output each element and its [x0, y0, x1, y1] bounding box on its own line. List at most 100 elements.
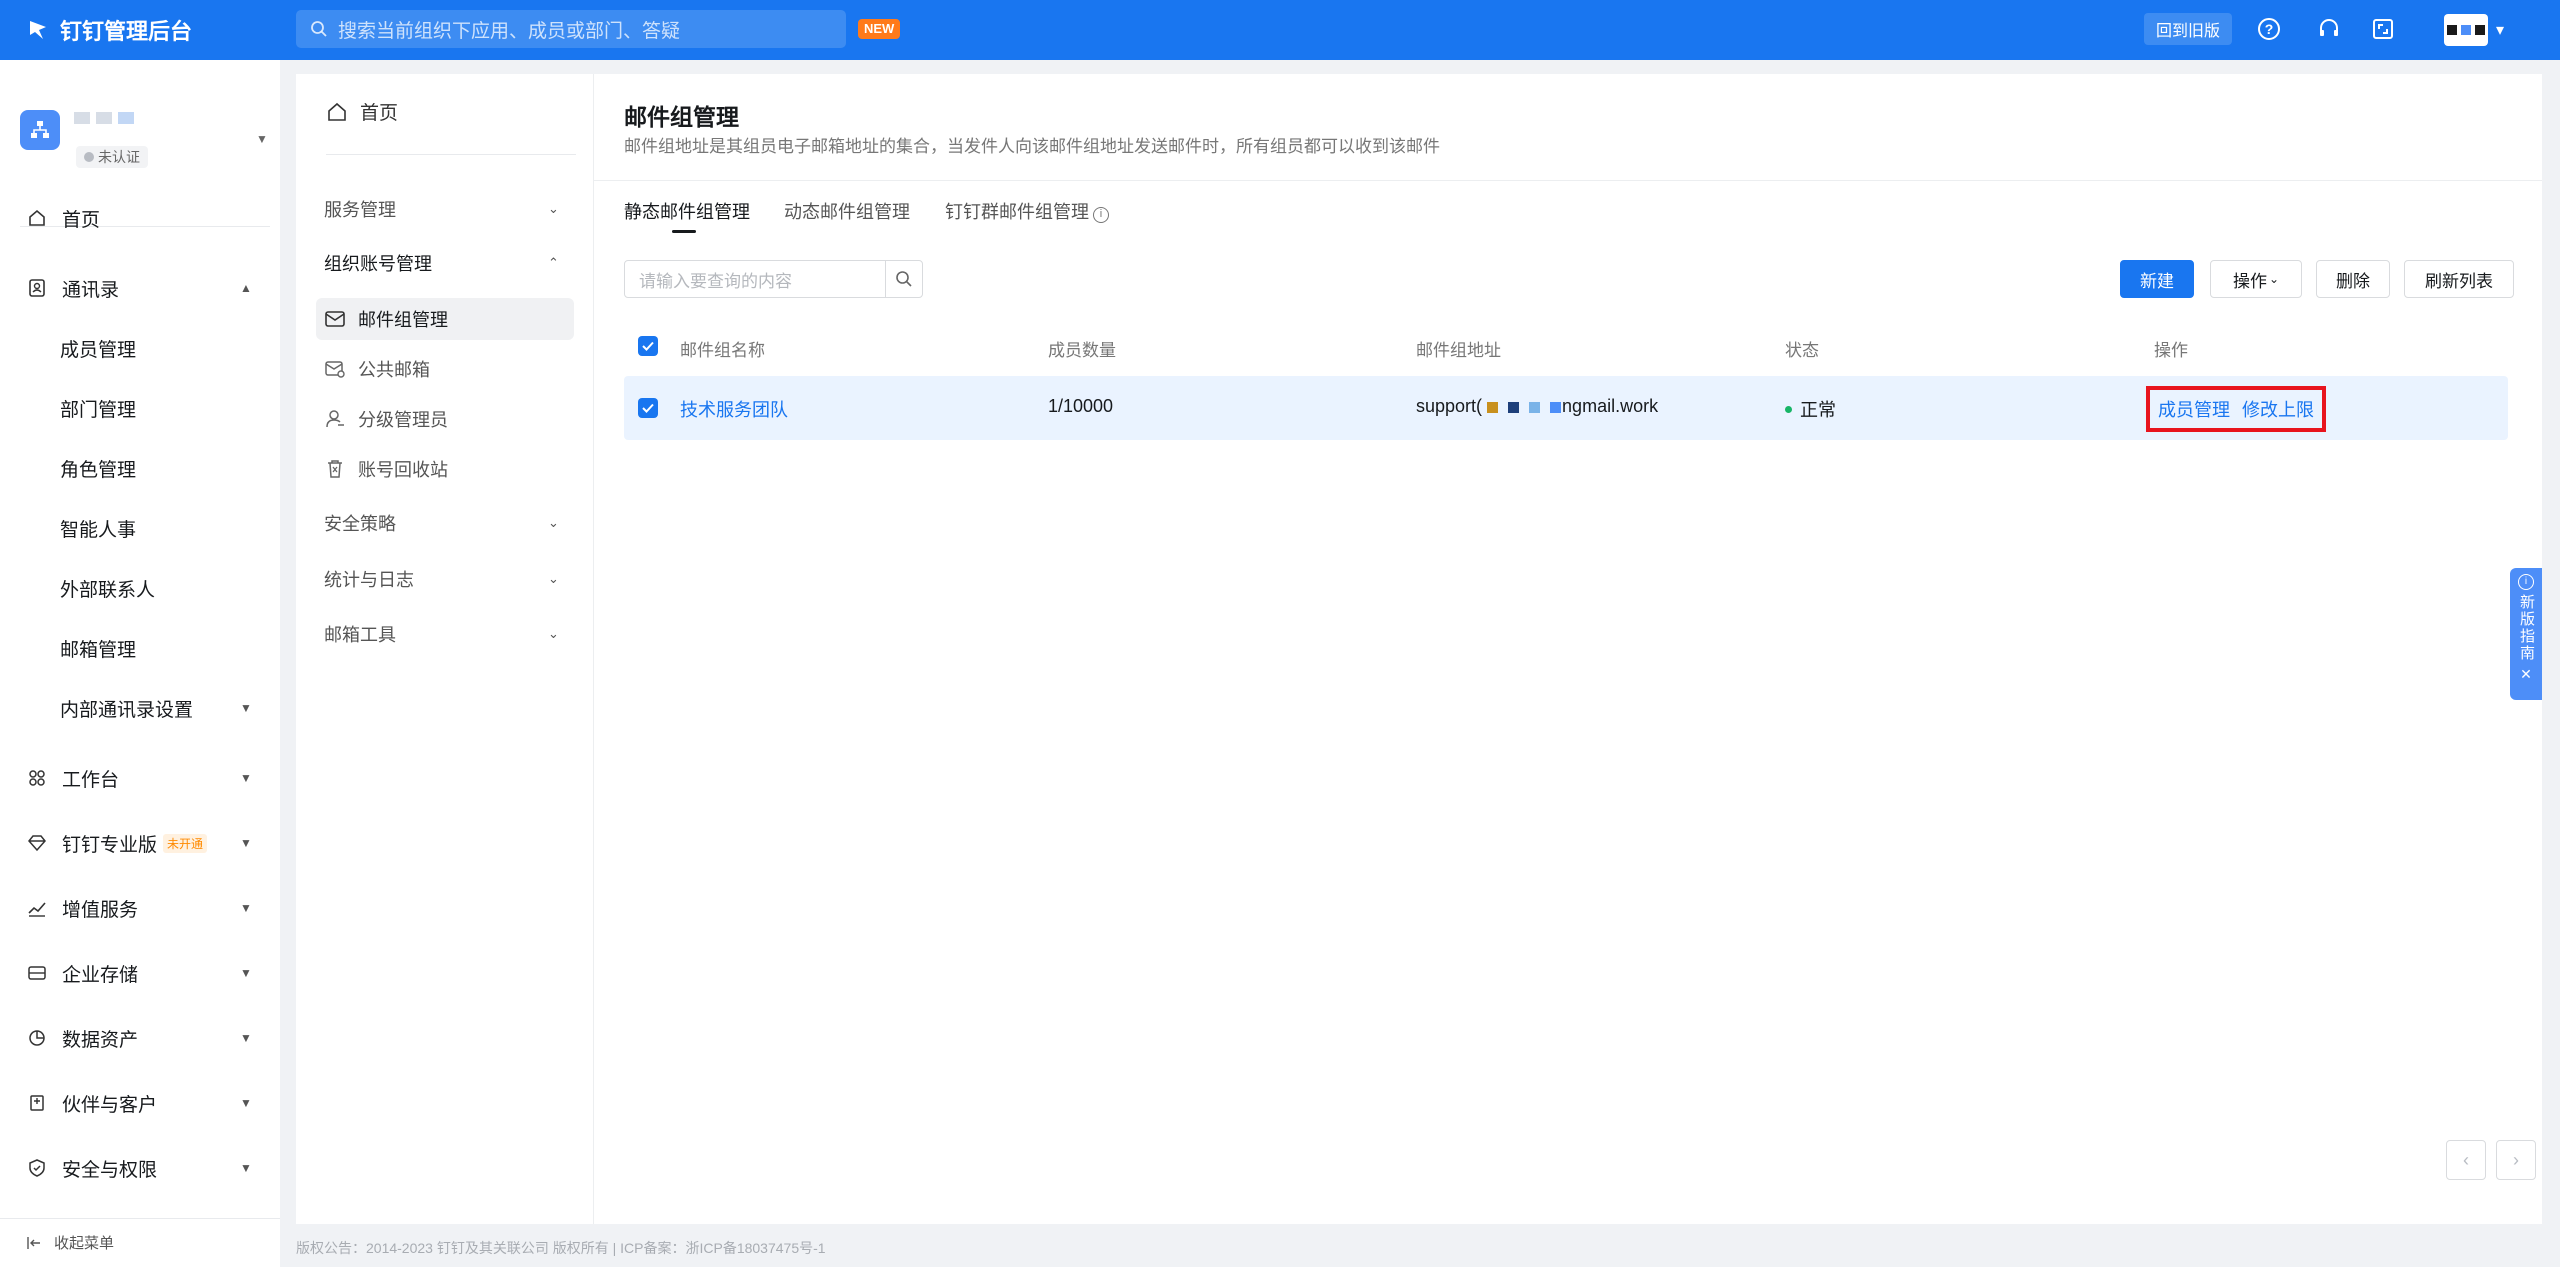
main-sidebar: 未认证 ▼ 首页 通讯录 ▲ 成员管理 部门管理 角色管理 智能人事 外部联系人… — [0, 60, 280, 1267]
chevron-down-icon: ▼ — [240, 901, 252, 915]
trend-icon — [26, 897, 48, 919]
page-title: 邮件组管理 — [624, 104, 739, 130]
active-tab-indicator — [672, 230, 696, 233]
chevron-down-icon: ▼ — [240, 1096, 252, 1110]
new-version-guide[interactable]: i 新版指南 ✕ — [2510, 568, 2542, 700]
diamond-icon — [26, 832, 48, 854]
subnav-group-security[interactable]: 安全策略 ⌄ — [324, 508, 564, 538]
sidebar-item-label: 首页 — [62, 209, 101, 231]
help-icon[interactable]: ? — [2254, 14, 2284, 44]
subnav-group-org-accounts[interactable]: 组织账号管理 ⌃ — [324, 248, 564, 278]
operations-dropdown[interactable]: 操作 ⌄ — [2210, 260, 2302, 298]
collapse-menu-button[interactable]: 收起菜单 — [26, 1232, 114, 1253]
subnav-mail-group[interactable]: 邮件组管理 — [316, 298, 574, 340]
chevron-down-icon[interactable]: ▼ — [256, 132, 268, 146]
subnav-group-stats[interactable]: 统计与日志 ⌄ — [324, 564, 564, 594]
subnav-home-label: 首页 — [360, 103, 399, 124]
sidebar-item-label: 伙伴与客户 — [62, 1094, 158, 1116]
global-search-input[interactable]: 搜索当前组织下应用、成员或部门、答疑 — [296, 10, 846, 48]
mail-group-name-link[interactable]: 技术服务团队 — [680, 396, 788, 422]
search-placeholder: 搜索当前组织下应用、成员或部门、答疑 — [338, 20, 681, 42]
close-icon[interactable]: ✕ — [2520, 666, 2532, 683]
chevron-down-icon: ⌄ — [548, 515, 559, 530]
chevron-down-icon: ⌄ — [548, 571, 559, 586]
sidebar-item-data-assets[interactable]: 数据资产 ▼ — [0, 1018, 280, 1058]
back-to-old-version-button[interactable]: 回到旧版 — [2144, 13, 2232, 45]
sidebar-sub-roles[interactable]: 角色管理 — [60, 448, 270, 488]
column-header-actions: 操作 — [2154, 341, 2188, 360]
subnav-sub-admins[interactable]: 分级管理员 — [316, 398, 574, 440]
address-prefix: support( — [1416, 396, 1483, 416]
footer-copyright: 版权公告：2014-2023 钉钉及其关联公司 版权所有 | ICP备案：浙IC… — [296, 1240, 826, 1256]
sidebar-item-partners[interactable]: 伙伴与客户 ▼ — [0, 1083, 280, 1123]
subnav-leaf-label: 邮件组管理 — [358, 310, 448, 330]
page-description: 邮件组地址是其组员电子邮箱地址的集合，当发件人向该邮件组地址发送邮件时，所有组员… — [624, 137, 1440, 156]
chevron-down-icon[interactable]: ▾ — [2496, 20, 2504, 40]
member-management-link[interactable]: 成员管理 — [2158, 396, 2230, 422]
chevron-left-icon: ‹ — [2463, 1149, 2469, 1170]
org-switcher[interactable]: 未认证 ▼ — [20, 90, 270, 200]
subnav-account-recycle[interactable]: 账号回收站 — [316, 448, 574, 490]
chevron-down-icon: ▼ — [240, 836, 252, 850]
contacts-icon — [26, 277, 48, 299]
sidebar-sub-smart-hr[interactable]: 智能人事 — [60, 508, 270, 548]
tab-static-groups[interactable]: 静态邮件组管理 — [624, 198, 750, 228]
sidebar-sub-internal-settings[interactable]: 内部通讯录设置 ▼ — [60, 688, 270, 728]
subnav-home[interactable]: 首页 — [326, 98, 398, 125]
subnav-group-mail-tools[interactable]: 邮箱工具 ⌄ — [324, 619, 564, 649]
headset-icon[interactable] — [2314, 14, 2344, 44]
query-input[interactable]: 请输入要查询的内容 — [624, 260, 886, 298]
query-search-button[interactable] — [885, 260, 923, 298]
fullscreen-icon[interactable] — [2368, 14, 2398, 44]
tab-dynamic-groups[interactable]: 动态邮件组管理 — [784, 198, 910, 228]
sidebar-sub-external-contacts[interactable]: 外部联系人 — [60, 568, 270, 608]
check-icon — [642, 341, 654, 351]
new-button[interactable]: 新建 — [2120, 260, 2194, 298]
sidebar-sub-members[interactable]: 成员管理 — [60, 328, 270, 368]
sidebar-item-label: 企业存储 — [62, 964, 139, 986]
user-avatar[interactable] — [2444, 14, 2488, 46]
sidebar-item-label: 安全与权限 — [62, 1159, 158, 1181]
sidebar-item-label: 通讯录 — [62, 279, 120, 301]
tab-label: 钉钉群邮件组管理 — [945, 202, 1089, 222]
sidebar-item-contacts[interactable]: 通讯录 ▲ — [0, 268, 280, 308]
trash-icon — [324, 458, 346, 480]
admin-icon — [324, 408, 346, 430]
sidebar-item-label: 增值服务 — [62, 899, 139, 921]
modify-limit-link[interactable]: 修改上限 — [2242, 396, 2314, 422]
sidebar-item-security[interactable]: 安全与权限 ▼ — [0, 1148, 280, 1188]
tab-dingtalk-groups[interactable]: 钉钉群邮件组管理 i — [945, 198, 1109, 228]
sidebar-sub-mailbox[interactable]: 邮箱管理 — [60, 628, 270, 668]
column-header-status: 状态 — [1785, 341, 1819, 360]
chevron-down-icon: ▼ — [240, 1161, 252, 1175]
sidebar-item-value-added[interactable]: 增值服务 ▼ — [0, 888, 280, 928]
next-page-button[interactable]: › — [2496, 1140, 2536, 1180]
sidebar-item-home[interactable]: 首页 — [0, 198, 280, 238]
table-row[interactable]: 技术服务团队 1/10000 support(ngmail.work 正常 成员… — [624, 376, 2508, 440]
delete-button[interactable]: 删除 — [2316, 260, 2390, 298]
app-logo[interactable]: 钉钉管理后台 — [26, 14, 296, 46]
row-checkbox[interactable] — [638, 398, 658, 418]
sidebar-item-workbench[interactable]: 工作台 ▼ — [0, 758, 280, 798]
chevron-down-icon: ⌄ — [548, 201, 559, 216]
sidebar-item-storage[interactable]: 企业存储 ▼ — [0, 953, 280, 993]
chevron-right-icon: › — [2513, 1149, 2519, 1170]
shield-icon — [26, 1157, 48, 1179]
column-header-name: 邮件组名称 — [680, 341, 765, 360]
address-suffix: ngmail.work — [1562, 396, 1659, 416]
subnav-leaf-label: 账号回收站 — [358, 460, 448, 480]
subnav-group-service[interactable]: 服务管理 ⌄ — [324, 194, 564, 224]
refresh-list-button[interactable]: 刷新列表 — [2404, 260, 2514, 298]
row-actions-highlight: 成员管理 修改上限 — [2146, 386, 2326, 432]
sidebar-item-label: 钉钉专业版 — [62, 834, 158, 856]
prev-page-button[interactable]: ‹ — [2446, 1140, 2486, 1180]
subnav-group-label: 安全策略 — [324, 514, 396, 534]
sidebar-sub-departments[interactable]: 部门管理 — [60, 388, 270, 428]
select-all-checkbox[interactable] — [638, 336, 658, 356]
info-icon[interactable]: i — [1093, 207, 1109, 223]
subnav-public-mailbox[interactable]: 公共邮箱 — [316, 348, 574, 390]
mail-icon — [324, 308, 346, 330]
sidebar-item-pro[interactable]: 钉钉专业版 未开通 ▼ — [0, 823, 280, 863]
partner-icon — [26, 1092, 48, 1114]
search-icon — [896, 271, 912, 287]
